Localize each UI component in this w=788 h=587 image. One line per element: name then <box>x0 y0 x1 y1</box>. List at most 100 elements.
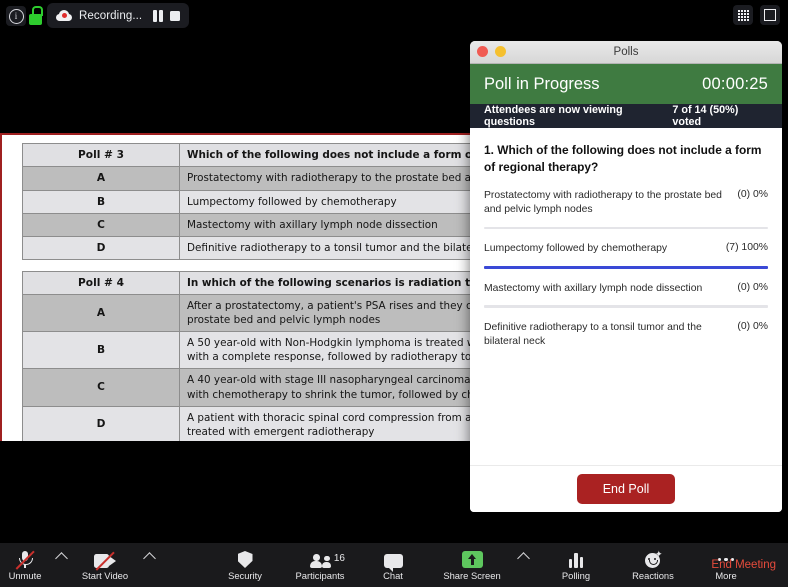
minimize-button[interactable] <box>495 46 506 57</box>
poll-bars-icon <box>568 553 584 568</box>
poll-option-result: (0) 0% <box>737 281 768 293</box>
poll-voted-count: 7 of 14 (50%) voted <box>672 104 739 128</box>
option-text: A patient with thoracic spinal cord comp… <box>179 405 482 441</box>
unmute-label: Unmute <box>8 570 42 581</box>
audio-options-chevron-up-icon[interactable] <box>48 543 74 587</box>
slide-accent-line-left <box>0 133 2 441</box>
chat-bubble-icon <box>383 554 403 572</box>
poll-option-result: (7) 100% <box>725 242 768 254</box>
poll-option-bar <box>484 226 768 230</box>
security-button[interactable]: Security <box>214 543 276 587</box>
more-label: More <box>715 570 737 581</box>
participants-label: Participants <box>295 570 345 581</box>
option-text: Lumpectomy followed by chemotherapy <box>179 189 482 214</box>
reactions-button[interactable]: ✦ Reactions <box>620 543 686 587</box>
fullscreen-icon[interactable] <box>760 5 780 25</box>
option-text: After a prostatectomy, a patient's PSA r… <box>179 294 482 333</box>
poll-option: Lumpectomy followed by chemotherapy (7) … <box>484 242 768 269</box>
end-meeting-button[interactable]: End Meeting <box>711 559 776 571</box>
option-text: Mastectomy with axillary lymph node diss… <box>179 212 482 238</box>
poll-option-result: (0) 0% <box>737 320 768 332</box>
option-text: Prostatectomy with radiotherapy to the p… <box>179 166 482 191</box>
share-screen-icon <box>461 551 483 568</box>
participants-button[interactable]: 16 Participants <box>284 543 356 587</box>
poll-option-text: Prostatectomy with radiotherapy to the p… <box>484 189 722 216</box>
end-poll-button[interactable]: End Poll <box>576 474 676 504</box>
poll-option: Definitive radiotherapy to a tonsil tumo… <box>484 321 768 350</box>
poll-label: Poll # 4 <box>22 270 180 296</box>
polls-footer: End Poll <box>470 465 782 512</box>
share-options-chevron-up-icon[interactable] <box>510 543 536 587</box>
people-icon: 16 <box>309 553 345 568</box>
recording-label: Recording... <box>79 9 143 22</box>
poll-question-body: 1. Which of the following does not inclu… <box>470 128 782 509</box>
recording-topbar: i Recording... <box>0 0 788 32</box>
stop-icon[interactable] <box>169 10 180 21</box>
table-row: D A patient with thoracic spinal cord co… <box>22 405 482 441</box>
option-letter: C <box>22 368 180 407</box>
shield-icon <box>237 551 253 568</box>
lock-icon <box>29 6 43 25</box>
participants-count: 16 <box>333 553 345 564</box>
poll-progress-title: Poll in Progress <box>484 74 600 93</box>
poll-question: In which of the following scenarios is r… <box>179 270 482 296</box>
slide-accent-line <box>0 133 482 135</box>
start-video-label: Start Video <box>81 570 129 581</box>
polling-button[interactable]: Polling <box>550 543 602 587</box>
option-text: A 40 year-old with stage III nasopharyng… <box>179 368 482 407</box>
meeting-toolbar: Unmute Start Video Security 16 Participa… <box>0 543 788 587</box>
polls-dialog: Polls Poll in Progress 00:00:25 Attendee… <box>470 41 782 512</box>
chat-label: Chat <box>383 570 403 581</box>
poll-option-result: (0) 0% <box>737 188 768 200</box>
share-screen-label: Share Screen <box>443 570 501 581</box>
option-letter: A <box>22 294 180 333</box>
table-row: A Prostatectomy with radiotherapy to the… <box>22 166 482 191</box>
option-letter: B <box>22 331 180 370</box>
option-letter: D <box>22 405 180 441</box>
poll-4-table: Poll # 4 In which of the following scena… <box>22 270 482 441</box>
table-row: D Definitive radiotherapy to a tonsil tu… <box>22 236 482 261</box>
share-screen-button[interactable]: Share Screen <box>434 543 510 587</box>
chat-button[interactable]: Chat <box>370 543 416 587</box>
poll-option-bar <box>484 305 768 308</box>
poll-question: Which of the following does not include … <box>179 142 482 168</box>
pause-icon[interactable] <box>153 9 163 22</box>
poll-label: Poll # 3 <box>22 142 180 168</box>
recording-cloud-icon <box>56 10 72 21</box>
close-button[interactable] <box>477 46 488 57</box>
start-video-button[interactable]: Start Video <box>74 543 136 587</box>
polls-titlebar: Polls <box>470 41 782 64</box>
option-text: A 50 year-old with Non-Hodgkin lymphoma … <box>179 331 482 370</box>
recording-indicator: Recording... <box>47 3 189 28</box>
window-title: Polls <box>613 46 639 58</box>
table-row: C Mastectomy with axillary lymph node di… <box>22 212 482 238</box>
poll-timer: 00:00:25 <box>702 74 768 93</box>
grid-view-icon[interactable] <box>733 5 753 25</box>
shared-screen-slide: Poll # 3 Which of the following does not… <box>0 133 482 441</box>
table-row: A After a prostatectomy, a patient's PSA… <box>22 294 482 333</box>
unmute-button[interactable]: Unmute <box>2 543 48 587</box>
poll-progress-header: Poll in Progress 00:00:25 <box>470 64 782 104</box>
poll-status-text: Attendees are now viewing questions <box>484 104 623 128</box>
poll-option: Mastectomy with axillary lymph node diss… <box>484 282 768 308</box>
poll-option: Prostatectomy with radiotherapy to the p… <box>484 189 768 230</box>
poll-3-table: Poll # 3 Which of the following does not… <box>22 142 482 261</box>
microphone-muted-icon <box>15 550 35 569</box>
polling-label: Polling <box>561 570 591 581</box>
option-text: Definitive radiotherapy to a tonsil tumo… <box>179 236 482 261</box>
option-letter: A <box>22 166 180 191</box>
poll-option-text: Lumpectomy followed by chemotherapy <box>484 243 668 255</box>
security-label: Security <box>228 570 262 581</box>
info-circle-icon[interactable]: i <box>6 6 26 26</box>
poll-option-text: Definitive radiotherapy to a tonsil tumo… <box>484 321 702 348</box>
poll-option-text: Mastectomy with axillary lymph node diss… <box>484 282 703 294</box>
table-row: B Lumpectomy followed by chemotherapy <box>22 189 482 214</box>
table-row: Poll # 4 In which of the following scena… <box>22 270 482 296</box>
option-letter: B <box>22 189 180 214</box>
option-letter: D <box>22 236 180 261</box>
poll-status-bar: Attendees are now viewing questions 7 of… <box>470 104 782 128</box>
video-options-chevron-up-icon[interactable] <box>136 543 162 587</box>
reactions-label: Reactions <box>632 570 674 581</box>
poll-question-title: 1. Which of the following does not inclu… <box>484 143 762 174</box>
option-letter: C <box>22 212 180 238</box>
